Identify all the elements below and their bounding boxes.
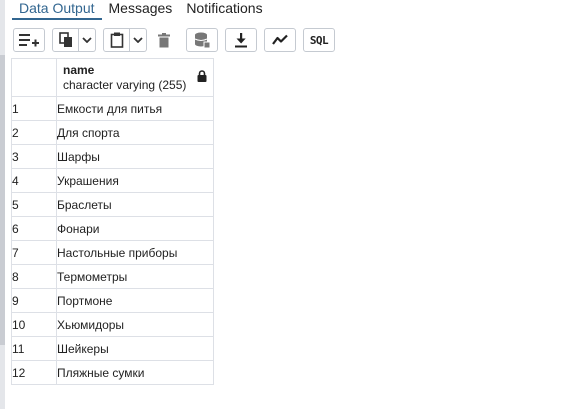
table-row[interactable]: 3 Шарфы	[11, 144, 214, 169]
add-row-icon	[19, 34, 39, 47]
column-name: name	[63, 63, 95, 77]
trash-icon	[158, 32, 170, 47]
database-save-icon	[194, 32, 210, 48]
result-grid: name character varying (255) 1 Емкости дл…	[11, 58, 214, 385]
sql-label: SQL	[309, 33, 329, 47]
cell-name[interactable]: Браслеты	[56, 192, 214, 217]
table-row[interactable]: 6 Фонари	[11, 216, 214, 241]
row-number[interactable]: 2	[11, 120, 57, 145]
delete-button[interactable]	[154, 28, 174, 52]
paste-options-button[interactable]	[130, 28, 147, 52]
copy-button[interactable]	[52, 28, 79, 52]
row-number[interactable]: 1	[11, 96, 57, 121]
table-row[interactable]: 10 Хьюмидоры	[11, 312, 214, 337]
lock-icon	[197, 70, 207, 82]
download-icon	[235, 32, 247, 47]
tab-notifications[interactable]: Notifications	[179, 0, 269, 20]
table-row[interactable]: 11 Шейкеры	[11, 336, 214, 361]
clipboard-icon	[110, 32, 123, 48]
download-button[interactable]	[225, 28, 257, 52]
sql-button[interactable]: SQL	[303, 28, 335, 52]
copy-options-button[interactable]	[79, 28, 96, 52]
table-row[interactable]: 5 Браслеты	[11, 192, 214, 217]
paste-button[interactable]	[103, 28, 130, 52]
cell-name[interactable]: Термометры	[56, 264, 214, 289]
paste-group	[103, 28, 147, 52]
line-chart-icon	[272, 34, 288, 45]
row-number[interactable]: 9	[11, 288, 57, 313]
table-row[interactable]: 9 Портмоне	[11, 288, 214, 313]
table-row[interactable]: 4 Украшения	[11, 168, 214, 193]
row-number-header[interactable]	[11, 58, 57, 97]
cell-name[interactable]: Шейкеры	[56, 336, 214, 361]
copy-group	[52, 28, 96, 52]
table-row[interactable]: 8 Термометры	[11, 264, 214, 289]
row-number[interactable]: 11	[11, 336, 57, 361]
chevron-down-icon	[133, 37, 143, 43]
left-scrollbar[interactable]	[0, 0, 5, 409]
tab-messages[interactable]: Messages	[102, 0, 180, 20]
save-data-button[interactable]	[186, 28, 218, 52]
table-row[interactable]: 1 Емкости для питья	[11, 96, 214, 121]
row-number[interactable]: 10	[11, 312, 57, 337]
table-row[interactable]: 7 Настольные приборы	[11, 240, 214, 265]
row-number[interactable]: 12	[11, 360, 57, 385]
row-number[interactable]: 7	[11, 240, 57, 265]
row-number[interactable]: 6	[11, 216, 57, 241]
scrollbar-thumb[interactable]	[0, 55, 5, 345]
cell-name[interactable]: Украшения	[56, 168, 214, 193]
cell-name[interactable]: Пляжные сумки	[56, 360, 214, 385]
tab-data-output[interactable]: Data Output	[12, 0, 102, 20]
add-row-button[interactable]	[13, 28, 45, 52]
cell-name[interactable]: Портмоне	[56, 288, 214, 313]
data-toolbar: SQL	[13, 27, 342, 53]
row-number[interactable]: 3	[11, 144, 57, 169]
output-tabs: Data Output Messages Notifications	[12, 0, 270, 22]
column-header-name[interactable]: name character varying (255)	[56, 58, 214, 97]
table-row[interactable]: 12 Пляжные сумки	[11, 360, 214, 385]
cell-name[interactable]: Хьюмидоры	[56, 312, 214, 337]
row-number[interactable]: 8	[11, 264, 57, 289]
row-number[interactable]: 5	[11, 192, 57, 217]
cell-name[interactable]: Фонари	[56, 216, 214, 241]
cell-name[interactable]: Шарфы	[56, 144, 214, 169]
cell-name[interactable]: Настольные приборы	[56, 240, 214, 265]
chevron-down-icon	[82, 37, 92, 43]
cell-name[interactable]: Емкости для питья	[56, 96, 214, 121]
graph-visualiser-button[interactable]	[264, 28, 296, 52]
table-row[interactable]: 2 Для спорта	[11, 120, 214, 145]
row-number[interactable]: 4	[11, 168, 57, 193]
copy-icon	[58, 32, 72, 47]
cell-name[interactable]: Для спорта	[56, 120, 214, 145]
column-type: character varying (255)	[63, 78, 187, 92]
